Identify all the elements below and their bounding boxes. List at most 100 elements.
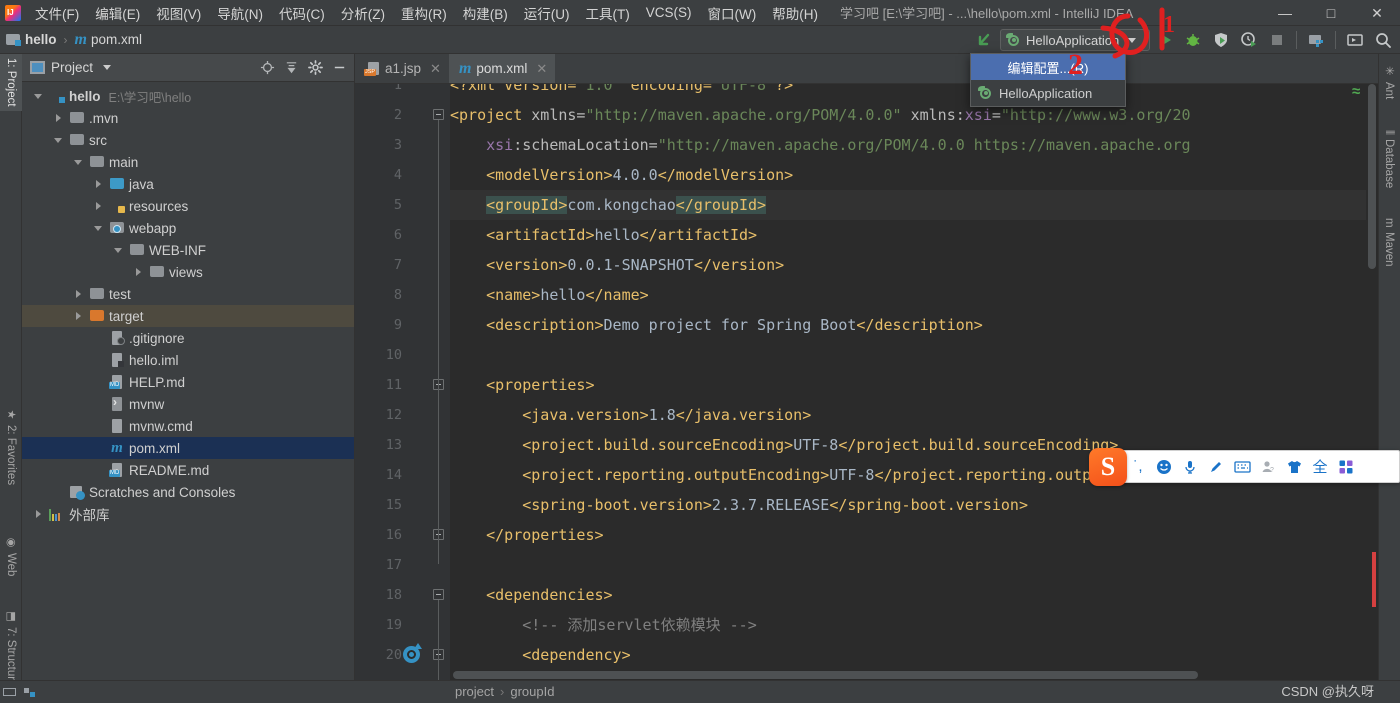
ime-microphone-icon[interactable] <box>1177 451 1203 482</box>
code-line[interactable]: </properties> <box>450 520 604 550</box>
code-fold-start-icon[interactable] <box>433 109 445 121</box>
code-line[interactable]: <project.reporting.outputEncoding>UTF-8<… <box>450 460 1191 490</box>
debug-button[interactable] <box>1180 28 1206 52</box>
menu-refactor[interactable]: 重构(R) <box>393 0 455 26</box>
profiler-button[interactable] <box>1236 28 1262 52</box>
tree-toggle-closed-icon[interactable] <box>72 310 85 323</box>
ime-soft-keyboard-icon[interactable] <box>1229 451 1255 482</box>
editor-tab-pom-xml[interactable]: m pom.xml ✕ <box>449 54 555 83</box>
close-button[interactable]: ✕ <box>1354 0 1400 26</box>
back-arrow-button[interactable] <box>972 28 998 52</box>
collapse-all-button[interactable] <box>280 57 302 79</box>
editor-tab-a1-jsp[interactable]: a1.jsp ✕ <box>355 54 449 83</box>
tree-node-scratches-and-consoles[interactable]: Scratches and Consoles <box>22 481 354 503</box>
menu-code[interactable]: 代码(C) <box>271 0 333 26</box>
menu-run[interactable]: 运行(U) <box>516 0 578 26</box>
code-line[interactable]: <spring-boot.version>2.3.7.RELEASE</spri… <box>450 490 1028 520</box>
tool-tab-database[interactable]: ⦀ Database <box>1378 126 1400 192</box>
tree-node-target[interactable]: target <box>22 305 354 327</box>
tree-toggle-open-icon[interactable] <box>72 156 85 169</box>
tool-tab-project[interactable]: 1: Project <box>0 54 22 111</box>
menu-view[interactable]: 视图(V) <box>148 0 209 26</box>
project-structure-button[interactable] <box>1303 28 1329 52</box>
tree-toggle-closed-icon[interactable] <box>72 288 85 301</box>
maven-reimport-icon[interactable] <box>403 646 421 664</box>
tree-node-test[interactable]: test <box>22 283 354 305</box>
inspection-status-icon[interactable] <box>1352 89 1364 101</box>
code-line[interactable]: <dependencies> <box>450 580 613 610</box>
minimize-button[interactable]: — <box>1262 0 1308 26</box>
settings-gear-button[interactable] <box>304 57 326 79</box>
breadcrumb-file[interactable]: pom.xml <box>91 32 142 47</box>
hello-application-item[interactable]: HelloApplication <box>971 80 1125 106</box>
menu-window[interactable]: 窗口(W) <box>700 0 765 26</box>
tree-node-mvnw-cmd[interactable]: mvnw.cmd <box>22 415 354 437</box>
chevron-down-icon[interactable] <box>103 65 111 70</box>
code-line[interactable]: <properties> <box>450 370 595 400</box>
code-fold-start-icon[interactable] <box>433 589 445 601</box>
sogou-ime-toolbar[interactable]: S 英 ˙, ? 全 <box>1098 450 1400 483</box>
tree-toggle-closed-icon[interactable] <box>92 178 105 191</box>
ime-skin-icon[interactable] <box>1281 451 1307 482</box>
ime-user-icon[interactable]: ? <box>1255 451 1281 482</box>
todo-button[interactable] <box>3 685 17 699</box>
maximize-button[interactable]: □ <box>1308 0 1354 26</box>
code-fold-end-icon[interactable] <box>433 529 445 541</box>
edit-configurations-item[interactable]: 编辑配置...(R) <box>971 54 1125 80</box>
ime-handwriting-icon[interactable] <box>1203 451 1229 482</box>
tool-tab-maven[interactable]: m Maven <box>1378 214 1400 270</box>
tree-node-hello[interactable]: hello E:\学习吧\hello <box>22 85 354 107</box>
tree-node-web-inf[interactable]: WEB-INF <box>22 239 354 261</box>
hide-panel-button[interactable] <box>328 57 350 79</box>
tree-node-gitignore[interactable]: .gitignore <box>22 327 354 349</box>
tree-toggle-closed-icon[interactable] <box>132 266 145 279</box>
ime-toolbox-icon[interactable] <box>1333 451 1359 482</box>
code-line[interactable]: <description>Demo project for Spring Boo… <box>450 310 983 340</box>
tree-toggle-closed-icon[interactable] <box>92 200 105 213</box>
close-icon[interactable]: ✕ <box>430 61 441 77</box>
menu-help[interactable]: 帮助(H) <box>764 0 826 26</box>
error-stripe-marker[interactable] <box>1372 552 1376 607</box>
tree-node-mvnw[interactable]: mvnw <box>22 393 354 415</box>
sogou-logo-icon[interactable]: S <box>1089 448 1127 486</box>
ime-punctuation-icon[interactable]: ˙, <box>1125 451 1151 482</box>
editor-gutter[interactable]: 1 2 3 4 5 6 7 8 9 10 11 12 13 14 15 16 17 18 19 20 <box>355 84 450 680</box>
close-icon[interactable]: ✕ <box>536 61 547 77</box>
code-line[interactable]: <modelVersion>4.0.0</modelVersion> <box>450 160 793 190</box>
menu-analyze[interactable]: 分析(Z) <box>333 0 393 26</box>
tool-tab-web[interactable]: ◉ Web <box>0 532 22 580</box>
ime-fullwidth-icon[interactable]: 全 <box>1307 451 1333 482</box>
tree-node-readme-md[interactable]: README.md <box>22 459 354 481</box>
menu-build[interactable]: 构建(B) <box>455 0 516 26</box>
tree-node-pom-xml[interactable]: m pom.xml <box>22 437 354 459</box>
scrollbar-thumb-h[interactable] <box>453 671 1198 679</box>
code-line[interactable]: <java.version>1.8</java.version> <box>450 400 811 430</box>
search-everywhere-button[interactable] <box>1370 28 1396 52</box>
run-with-coverage-button[interactable] <box>1208 28 1234 52</box>
tree-toggle-open-icon[interactable] <box>52 134 65 147</box>
tree-node-mvn[interactable]: .mvn <box>22 107 354 129</box>
code-content[interactable]: <?xml version="1.0" encoding="UTF-8"?> <p… <box>450 84 1378 680</box>
menu-edit[interactable]: 编辑(E) <box>87 0 148 26</box>
menu-file[interactable]: 文件(F) <box>27 0 87 26</box>
code-fold-start-icon[interactable] <box>433 649 445 661</box>
tree-node-[interactable]: 外部库 <box>22 503 354 525</box>
tool-tab-ant[interactable]: ✳ Ant <box>1378 60 1400 103</box>
tree-toggle-closed-icon[interactable] <box>52 112 65 125</box>
tree-toggle-open-icon[interactable] <box>92 222 105 235</box>
tool-tab-favorites[interactable]: ★ 2: Favorites <box>0 404 22 489</box>
layout-button[interactable] <box>23 685 37 699</box>
editor-horizontal-scrollbar[interactable] <box>450 670 1366 680</box>
tree-node-views[interactable]: views <box>22 261 354 283</box>
code-editor[interactable]: 1 2 3 4 5 6 7 8 9 10 11 12 13 14 15 16 17 18 19 20 <?xml ve… <box>355 84 1378 680</box>
tree-toggle-open-icon[interactable] <box>32 90 45 103</box>
code-line[interactable]: <name>hello</name> <box>450 280 649 310</box>
select-opened-file-button[interactable] <box>256 57 278 79</box>
code-line[interactable]: xsi:schemaLocation="http://maven.apache.… <box>450 130 1191 160</box>
chevron-down-icon[interactable] <box>1128 38 1136 43</box>
code-line[interactable]: <groupId>com.kongchao</groupId> <box>450 190 766 220</box>
code-line[interactable]: <project.build.sourceEncoding>UTF-8</pro… <box>450 430 1118 460</box>
breadcrumb-module[interactable]: hello <box>25 32 57 47</box>
tree-node-main[interactable]: main <box>22 151 354 173</box>
tree-toggle-closed-icon[interactable] <box>32 508 45 521</box>
